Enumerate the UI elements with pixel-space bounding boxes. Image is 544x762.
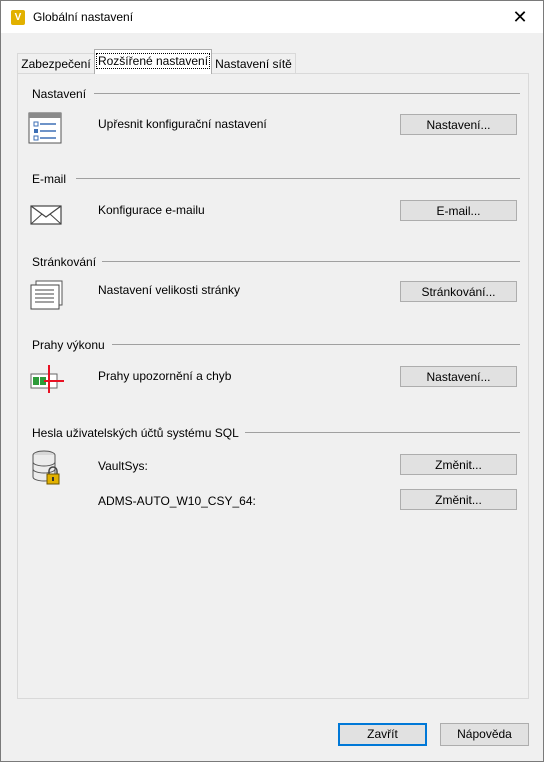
group-divider [76,178,520,179]
warning-error-thresholds-label: Prahy upozornění a chyb [98,369,232,383]
title-bar: V Globální nastavení ✕ [1,1,543,33]
help-button[interactable]: Nápověda [440,723,529,746]
group-divider [94,93,520,94]
vaultsys-account-label: VaultSys: [98,459,148,473]
advanced-config-label: Upřesnit konfigurační nastavení [98,117,267,131]
tab-panel: Nastavení Upřesnit konfigurační nastaven… [17,73,529,699]
group-title-settings: Nastavení [32,87,93,101]
adms-account-label: ADMS-AUTO_W10_CSY_64: [98,494,256,508]
vault-app-icon: V [11,10,25,25]
settings-list-icon [28,112,62,147]
group-title-thresholds: Prahy výkonu [32,338,111,352]
performance-threshold-icon [30,364,66,397]
tab-security[interactable]: Zabezpečení [17,53,95,74]
change-adms-password-button[interactable]: Změnit... [400,489,517,510]
email-button[interactable]: E-mail... [400,200,517,221]
close-icon[interactable]: ✕ [497,1,543,33]
thresholds-settings-button[interactable]: Nastavení... [400,366,517,387]
settings-button[interactable]: Nastavení... [400,114,517,135]
tab-advanced-settings-label: Rozšířené nastavení [95,53,211,69]
tab-network-settings-label: Nastavení sítě [215,57,292,71]
tab-security-label: Zabezpečení [21,57,91,71]
close-button[interactable]: Zavřít [338,723,427,746]
tab-advanced-settings[interactable]: Rozšířené nastavení [94,49,212,74]
group-divider [242,432,520,433]
database-lock-icon [32,450,64,491]
global-settings-dialog: V Globální nastavení ✕ Zabezpečení Rozší… [0,0,544,762]
group-divider [112,344,520,345]
tab-network-settings[interactable]: Nastavení sítě [211,53,296,74]
change-vaultsys-password-button[interactable]: Změnit... [400,454,517,475]
group-title-sql-passwords: Hesla uživatelských účtů systému SQL [32,426,245,440]
paging-button[interactable]: Stránkování... [400,281,517,302]
envelope-icon [30,205,62,228]
email-config-label: Konfigurace e-mailu [98,203,205,217]
group-title-email: E-mail [32,172,73,186]
group-title-paging: Stránkování [32,255,103,269]
page-size-label: Nastavení velikosti stránky [98,283,241,297]
group-divider [102,261,520,262]
document-pages-icon [30,280,64,313]
window-title: Globální nastavení [33,10,134,24]
